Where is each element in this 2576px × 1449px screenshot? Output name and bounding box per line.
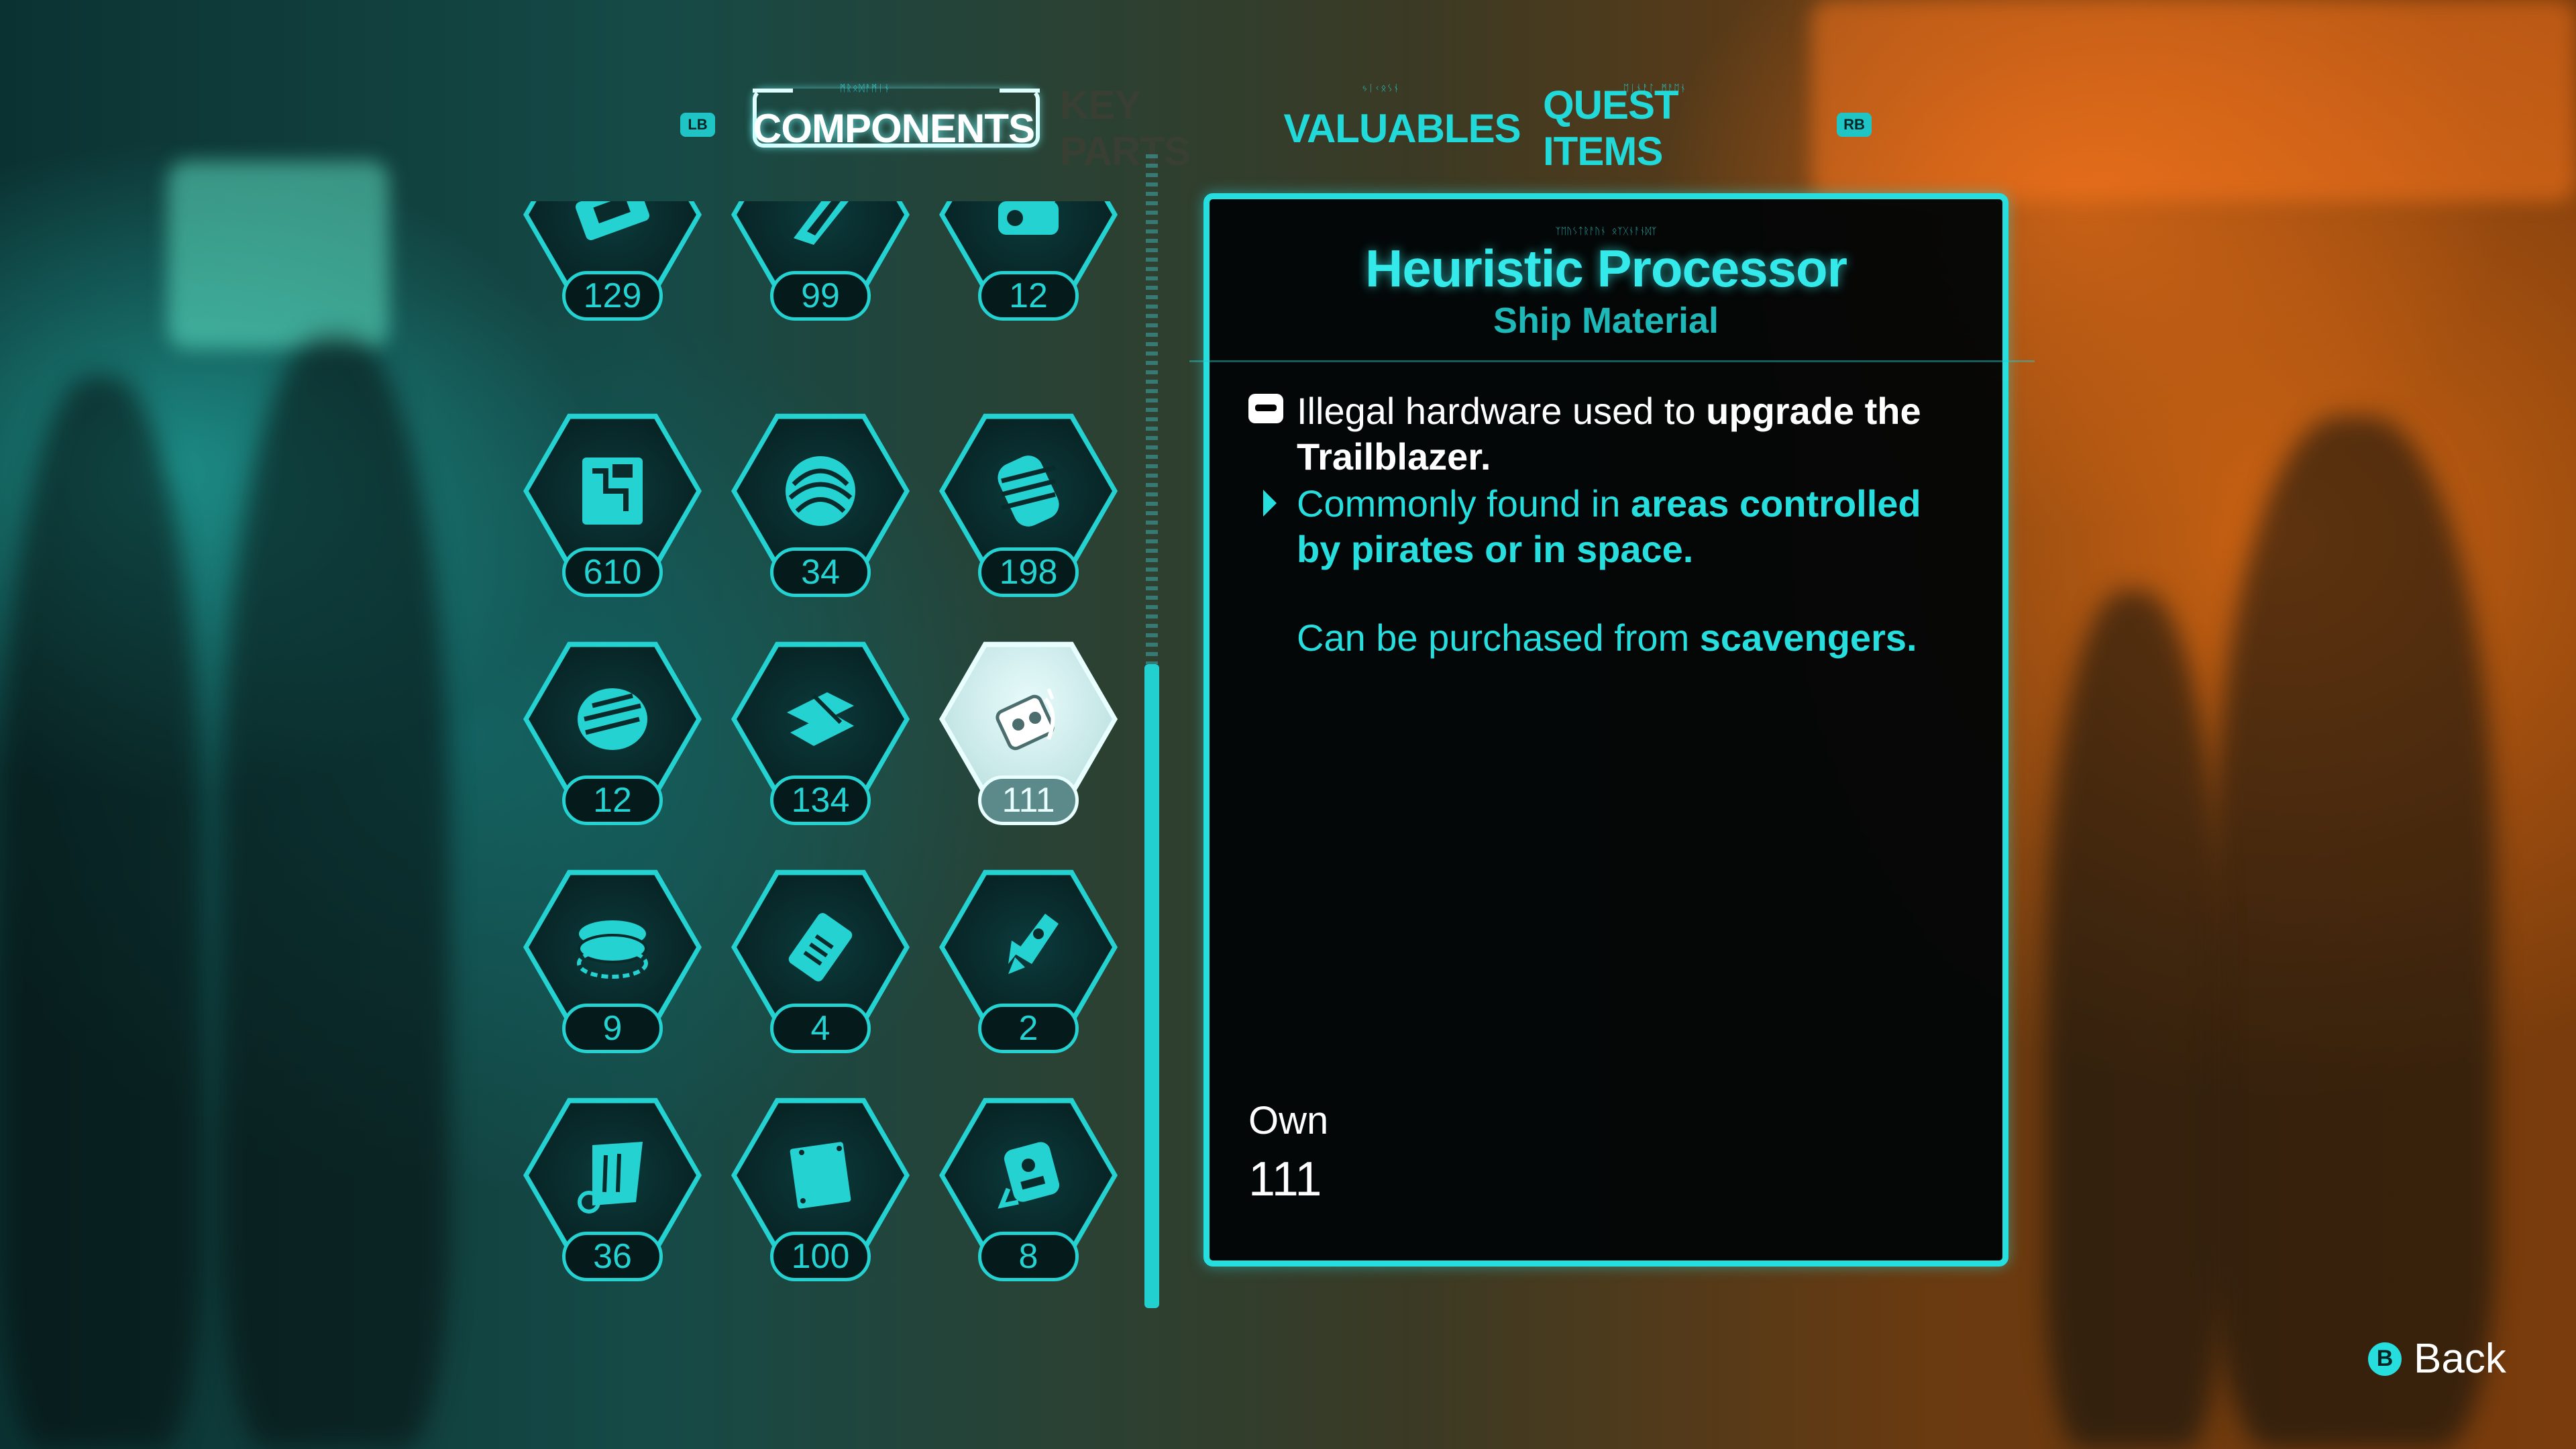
inventory-item[interactable]: 198 — [939, 411, 1120, 639]
tab-key-parts[interactable]: KEY PARTS — [1060, 83, 1261, 174]
back-button[interactable]: B Back — [2368, 1335, 2506, 1383]
inventory-item[interactable]: 2 — [939, 867, 1120, 1095]
tab-valuables[interactable]: VALUABLES — [1283, 98, 1521, 158]
item-count: 4 — [770, 1004, 871, 1053]
item-description: Illegal hardware used to upgrade the Tra… — [1297, 390, 1921, 478]
item-count: 99 — [770, 271, 871, 321]
item-count: 129 — [562, 271, 663, 321]
inventory-item[interactable]: 34 — [731, 411, 912, 639]
ticket-icon — [1248, 394, 1283, 423]
arrow-right-icon — [1263, 490, 1277, 517]
item-title: Heuristic Processor — [1364, 239, 1847, 298]
tab-quest-items[interactable]: QUEST ITEMS — [1543, 83, 1791, 174]
inventory-item[interactable]: 12 — [939, 201, 1120, 362]
inventory-item[interactable]: 610 — [523, 411, 704, 639]
category-tabs: LB ᛗᚱᛟᛞᚨᛗᛁᚾ COMPONENTS KEY PARTS ᛃᛁᚲᛟᛊᚾ … — [0, 40, 2576, 174]
item-count: 198 — [978, 547, 1079, 597]
inventory-grid: 129 99 12 610 34 198 12 134 111 9 4 2 36… — [517, 201, 1134, 1315]
inventory-item[interactable]: 9 — [523, 867, 704, 1095]
panel-glyph-decoration: ᛉᛖᚢᛊᛏᚱᚨᚢᚾ ᛟᛉᚷᚾᚨᚾᛞᛉ — [1555, 226, 1657, 237]
item-vendor: Can be purchased from scavengers. — [1297, 616, 1917, 659]
neon-sign-left — [168, 161, 389, 349]
crowd-silhouette — [2214, 416, 2496, 1449]
item-location: Commonly found in areas controlled by pi… — [1297, 482, 1921, 570]
scrollbar-decoration — [1146, 154, 1158, 664]
item-count: 100 — [770, 1232, 871, 1281]
item-type: Ship Material — [1493, 301, 1719, 341]
item-count: 12 — [562, 775, 663, 825]
item-count: 9 — [562, 1004, 663, 1053]
scrollbar-thumb[interactable] — [1144, 664, 1159, 1308]
item-count: 34 — [770, 547, 871, 597]
inventory-item[interactable]: 99 — [731, 201, 912, 362]
inventory-item[interactable]: 100 — [731, 1095, 912, 1315]
tab-components[interactable]: COMPONENTS — [753, 98, 1035, 158]
item-count: 134 — [770, 775, 871, 825]
rb-bumper-icon[interactable]: RB — [1837, 113, 1872, 137]
inventory-item[interactable]: 134 — [731, 639, 912, 867]
inventory-item[interactable]: 4 — [731, 867, 912, 1095]
tab-glyph-decoration: ᛃᛁᚲᛟᛊᚾ — [1362, 83, 1400, 94]
inventory-item-selected[interactable]: 111 — [939, 639, 1120, 867]
item-count: 12 — [978, 271, 1079, 321]
item-count: 36 — [562, 1232, 663, 1281]
item-count: 610 — [562, 547, 663, 597]
item-count: 111 — [978, 775, 1079, 825]
crowd-silhouette — [221, 335, 449, 1449]
crowd-silhouette — [0, 376, 201, 1449]
item-count: 8 — [978, 1232, 1079, 1281]
item-count: 2 — [978, 1004, 1079, 1053]
crowd-silhouette — [2046, 590, 2220, 1449]
b-button-icon: B — [2368, 1342, 2402, 1376]
own-value: 111 — [1248, 1152, 1322, 1206]
inventory-item[interactable]: 36 — [523, 1095, 704, 1315]
inventory-item[interactable]: 8 — [939, 1095, 1120, 1315]
item-detail-panel: ᛉᛖᚢᛊᛏᚱᚨᚢᚾ ᛟᛉᚷᚾᚨᚾᛞᛉ Heuristic Processor S… — [1189, 193, 2035, 1267]
divider — [1189, 360, 2035, 362]
own-label: Own — [1248, 1099, 1329, 1142]
inventory-item[interactable]: 129 — [523, 201, 704, 362]
inventory-item[interactable]: 12 — [523, 639, 704, 867]
lb-bumper-icon[interactable]: LB — [680, 113, 715, 137]
back-label: Back — [2414, 1336, 2506, 1382]
